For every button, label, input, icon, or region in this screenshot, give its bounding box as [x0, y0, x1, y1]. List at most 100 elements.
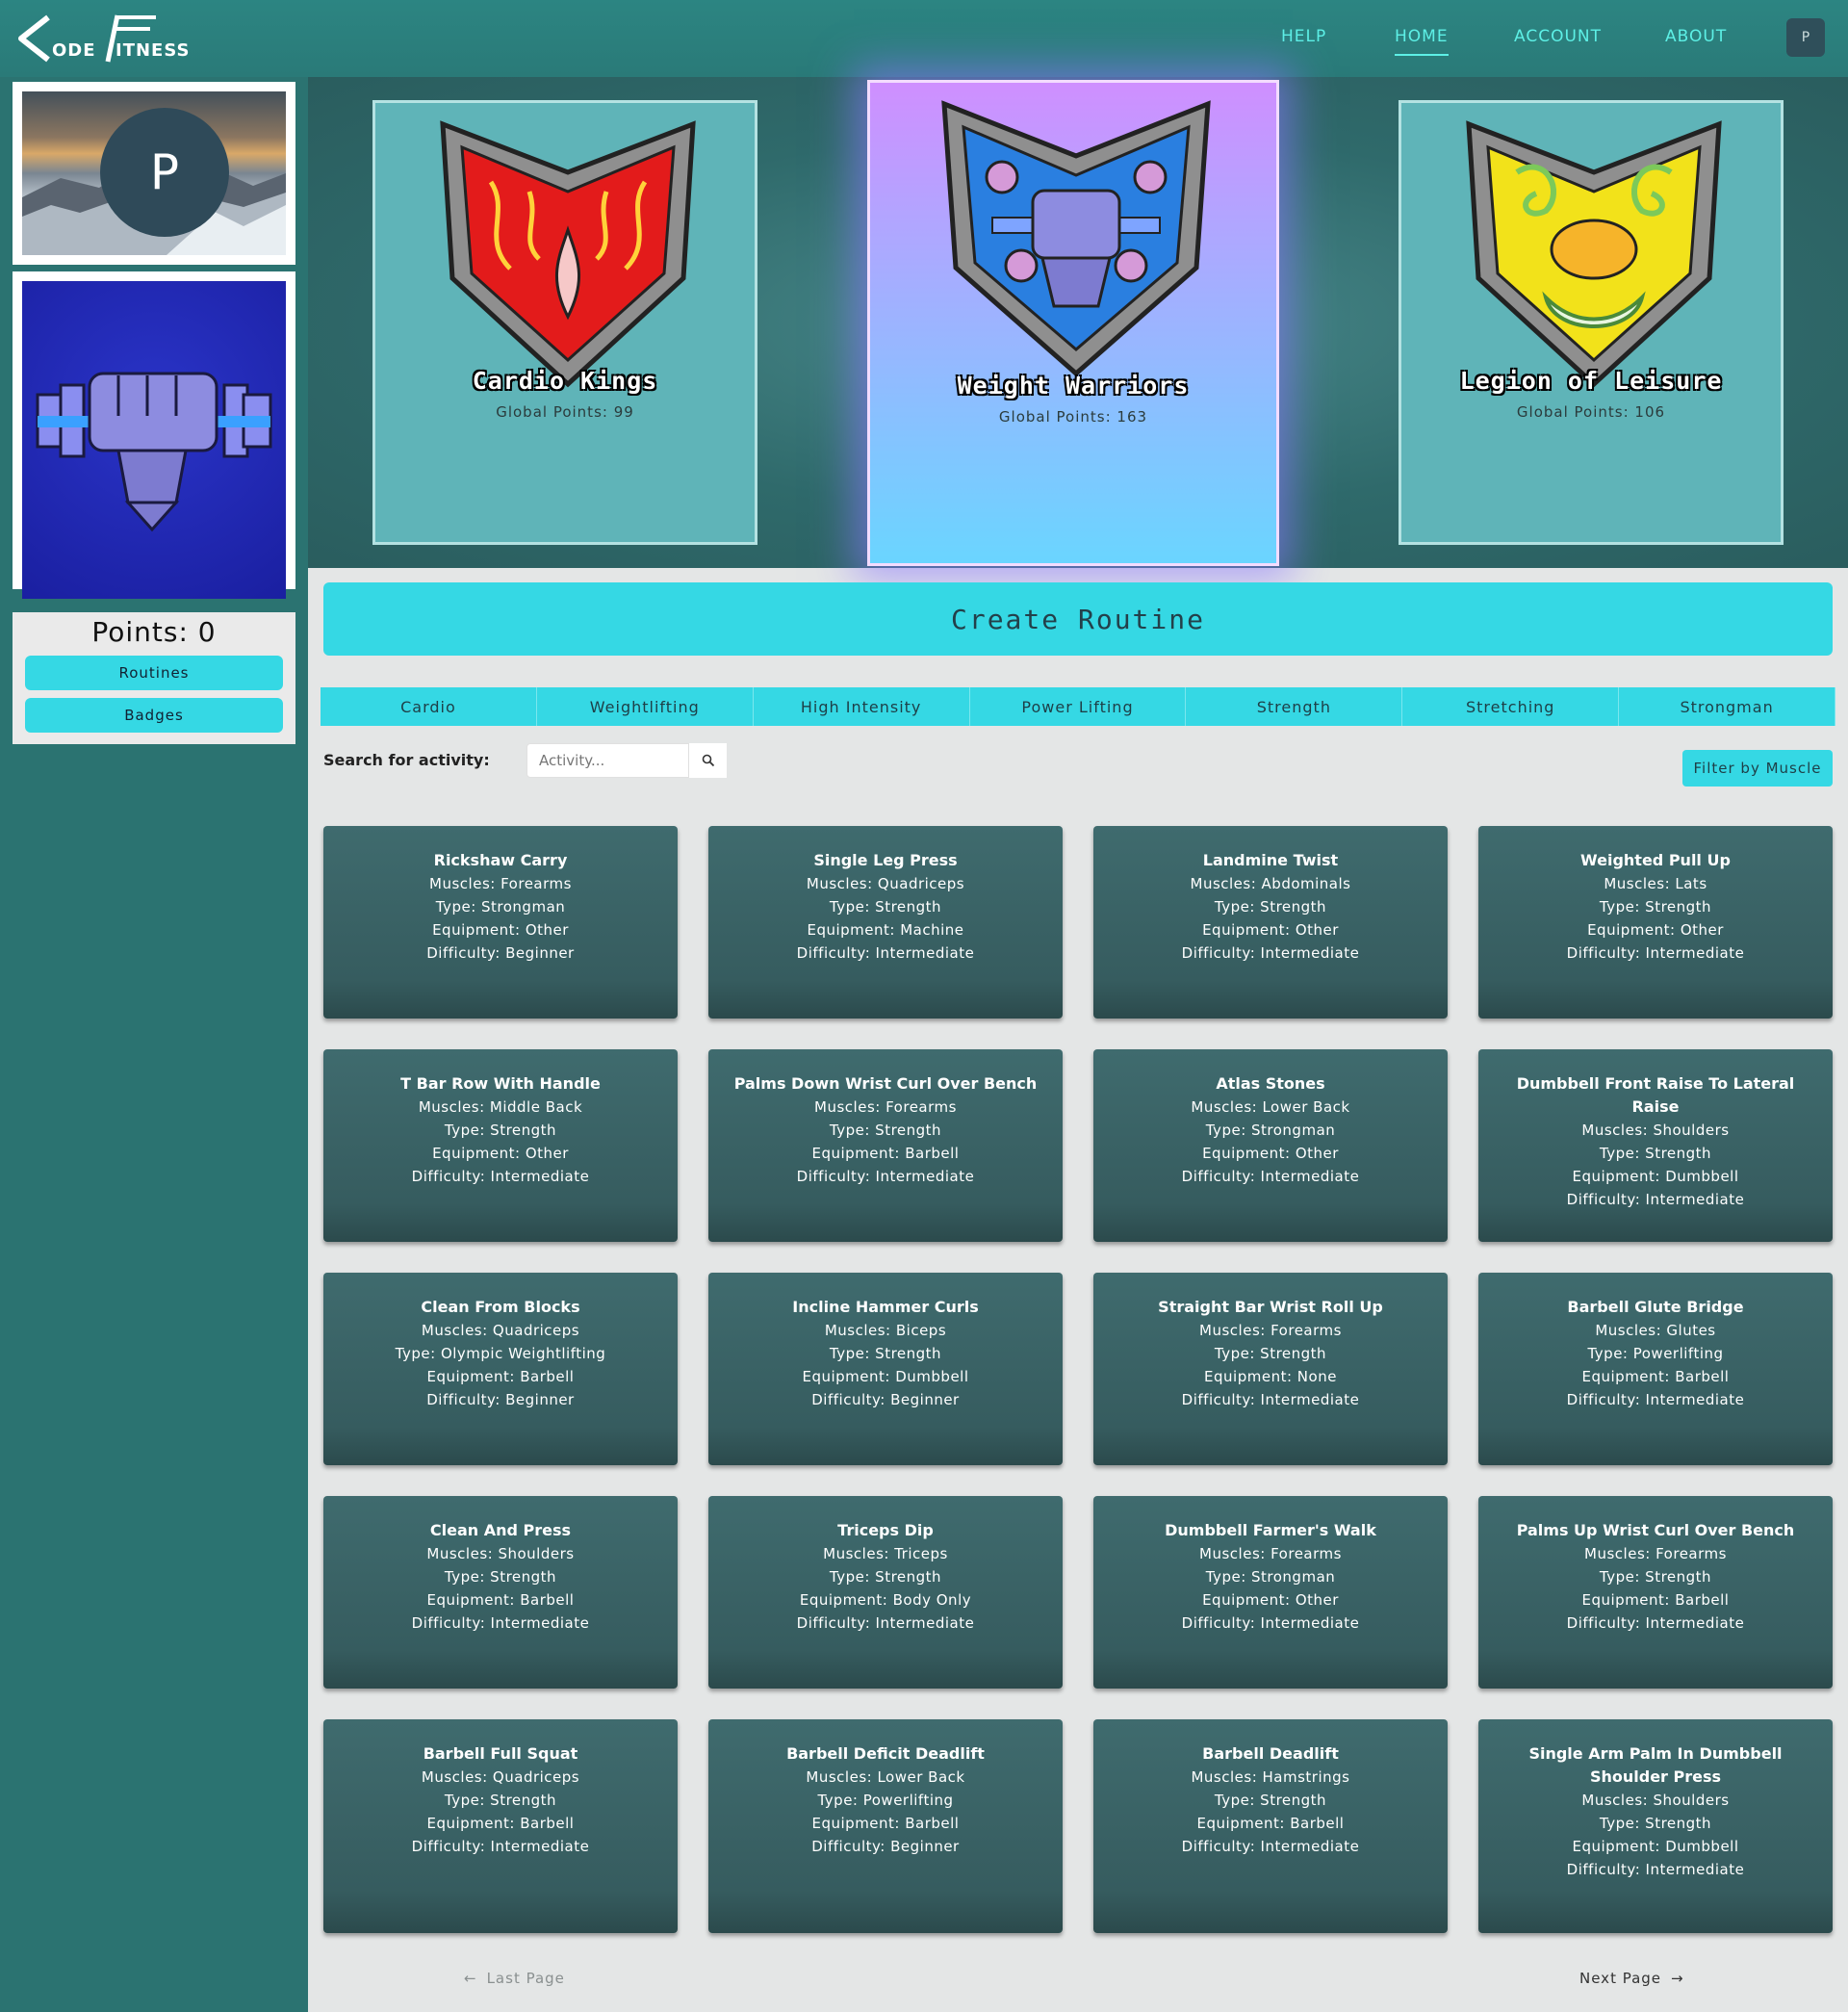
- exercise-muscles: Muscles: Shoulders: [1581, 1792, 1730, 1809]
- points-label: Points: 0: [91, 616, 217, 648]
- team-name: Legion of Leisure: [1459, 367, 1723, 395]
- exercise-type: Type: Strength: [444, 1122, 557, 1139]
- exercise-muscles: Muscles: Forearms: [814, 1098, 957, 1116]
- last-page-button[interactable]: ← Last Page: [464, 1970, 565, 1987]
- exercise-muscles: Muscles: Forearms: [1584, 1545, 1727, 1562]
- search-button[interactable]: [688, 743, 727, 778]
- exercise-card[interactable]: Rickshaw Carry Muscles: Forearms Type: Str…: [323, 826, 678, 1019]
- exercise-card[interactable]: Weighted Pull Up Muscles: Lats Type: Stren…: [1478, 826, 1833, 1019]
- arrow-left-icon: ←: [464, 1970, 477, 1987]
- category-strength[interactable]: Strength: [1186, 687, 1403, 726]
- category-stretching[interactable]: Stretching: [1402, 687, 1620, 726]
- exercise-card[interactable]: Triceps Dip Muscles: Triceps Type: Strengt…: [708, 1496, 1063, 1689]
- nav-account[interactable]: ACCOUNT: [1514, 27, 1602, 46]
- exercise-card[interactable]: Single Arm Palm In Dumbbell Shoulder Pre…: [1478, 1719, 1833, 1933]
- category-high-intensity[interactable]: High Intensity: [753, 687, 970, 726]
- exercise-name: Atlas Stones: [1216, 1074, 1325, 1093]
- exercise-name: T Bar Row With Handle: [400, 1074, 601, 1093]
- exercise-card[interactable]: Dumbbell Front Raise To Lateral Raise Mus…: [1478, 1049, 1833, 1242]
- exercise-difficulty: Difficulty: Intermediate: [796, 1168, 975, 1185]
- next-page-button[interactable]: Next Page →: [1579, 1970, 1684, 1987]
- profile-avatar[interactable]: P: [100, 108, 229, 237]
- nav-home[interactable]: HOME: [1395, 27, 1449, 56]
- exercise-difficulty: Difficulty: Beginner: [811, 1391, 960, 1408]
- exercise-type: Type: Strength: [1599, 1568, 1712, 1586]
- team-points: Global Points: 99: [496, 403, 634, 421]
- exercise-type: Type: Strength: [829, 1345, 942, 1362]
- exercise-difficulty: Difficulty: Intermediate: [1181, 1614, 1360, 1632]
- nav-help[interactable]: HELP: [1281, 27, 1326, 46]
- exercise-name: Single Leg Press: [813, 851, 958, 869]
- exercise-type: Type: Olympic Weightlifting: [395, 1345, 606, 1362]
- exercise-muscles: Muscles: Shoulders: [1581, 1122, 1730, 1139]
- exercise-muscles: Muscles: Quadriceps: [806, 875, 965, 892]
- routines-button[interactable]: Routines: [25, 656, 283, 690]
- exercise-type: Type: Strongman: [435, 898, 566, 916]
- next-page-label: Next Page: [1579, 1970, 1662, 1987]
- exercise-card[interactable]: Dumbbell Farmer's Walk Muscles: Forearms T…: [1093, 1496, 1448, 1689]
- exercise-muscles: Muscles: Shoulders: [426, 1545, 575, 1562]
- exercise-difficulty: Difficulty: Intermediate: [1566, 1191, 1745, 1208]
- exercise-equipment: Equipment: Dumbbell: [802, 1368, 969, 1385]
- search-icon: [702, 754, 714, 767]
- team-card-cardio-kings[interactable]: Cardio Kings Global Points: 99: [372, 100, 757, 545]
- exercise-equipment: Equipment: Body Only: [799, 1591, 972, 1609]
- exercise-type: Type: Strength: [1214, 1345, 1327, 1362]
- exercise-name: Rickshaw Carry: [433, 851, 568, 869]
- exercise-difficulty: Difficulty: Intermediate: [1566, 944, 1745, 962]
- exercise-type: Type: Strongman: [1205, 1122, 1336, 1139]
- filter-by-muscle-button[interactable]: Filter by Muscle: [1682, 750, 1833, 787]
- exercise-type: Type: Strength: [829, 898, 942, 916]
- category-power-lifting[interactable]: Power Lifting: [969, 687, 1187, 726]
- exercise-name: Barbell Glute Bridge: [1567, 1298, 1744, 1316]
- exercise-equipment: Equipment: Other: [1202, 921, 1339, 939]
- exercise-card[interactable]: Palms Down Wrist Curl Over Bench Muscles:…: [708, 1049, 1063, 1242]
- exercise-card[interactable]: Landmine Twist Muscles: Abdominals Type: S…: [1093, 826, 1448, 1019]
- exercise-name: Barbell Deficit Deadlift: [786, 1744, 985, 1763]
- exercise-difficulty: Difficulty: Intermediate: [796, 1614, 975, 1632]
- exercise-card[interactable]: Clean And Press Muscles: Shoulders Type: S…: [323, 1496, 678, 1689]
- profile-card: P: [13, 82, 295, 265]
- exercise-card[interactable]: Barbell Full Squat Muscles: Quadriceps Typ…: [323, 1719, 678, 1933]
- category-cardio[interactable]: Cardio: [321, 687, 537, 726]
- exercise-card[interactable]: Straight Bar Wrist Roll Up Muscles: Forea…: [1093, 1273, 1448, 1465]
- exercise-card[interactable]: Single Leg Press Muscles: Quadriceps Type:…: [708, 826, 1063, 1019]
- exercise-muscles: Muscles: Quadriceps: [421, 1768, 580, 1786]
- category-strongman[interactable]: Strongman: [1619, 687, 1836, 726]
- exercise-name: Barbell Full Squat: [423, 1744, 578, 1763]
- code-fitness-logo[interactable]: ODE ITNESS: [15, 13, 189, 65]
- exercise-difficulty: Difficulty: Intermediate: [796, 944, 975, 962]
- exercise-difficulty: Difficulty: Intermediate: [1566, 1614, 1745, 1632]
- exercise-difficulty: Difficulty: Beginner: [811, 1838, 960, 1855]
- exercise-muscles: Muscles: Glutes: [1595, 1322, 1716, 1339]
- exercise-muscles: Muscles: Forearms: [429, 875, 572, 892]
- team-card-weight-warriors[interactable]: Weight Warriors Global Points: 163: [867, 80, 1279, 566]
- exercise-card[interactable]: Barbell Deficit Deadlift Muscles: Lower B…: [708, 1719, 1063, 1933]
- exercise-equipment: Equipment: Dumbbell: [1572, 1838, 1739, 1855]
- exercise-type: Type: Strength: [1214, 1792, 1327, 1809]
- exercise-card[interactable]: T Bar Row With Handle Muscles: Middle Bac…: [323, 1049, 678, 1242]
- exercise-card[interactable]: Barbell Deadlift Muscles: Hamstrings Type:…: [1093, 1719, 1448, 1933]
- nav-about[interactable]: ABOUT: [1665, 27, 1727, 46]
- exercise-muscles: Muscles: Lower Back: [1191, 1098, 1350, 1116]
- teams-hero: Cardio Kings Global Points: 99 Weight Wa…: [308, 77, 1848, 568]
- exercise-name: Clean From Blocks: [421, 1298, 580, 1316]
- exercise-equipment: Equipment: Other: [1587, 921, 1724, 939]
- team-badge-card: [13, 271, 295, 599]
- exercise-name: Clean And Press: [429, 1521, 572, 1539]
- points-panel: Points: 0 Routines Badges: [13, 612, 295, 744]
- exercise-equipment: Equipment: Machine: [807, 921, 964, 939]
- user-avatar-button[interactable]: P: [1786, 18, 1825, 57]
- exercise-card[interactable]: Palms Up Wrist Curl Over Bench Muscles: F…: [1478, 1496, 1833, 1689]
- exercise-equipment: Equipment: Other: [1202, 1591, 1339, 1609]
- exercise-card[interactable]: Clean From Blocks Muscles: Quadriceps Type…: [323, 1273, 678, 1465]
- category-weightlifting[interactable]: Weightlifting: [536, 687, 754, 726]
- team-card-legion-of-leisure[interactable]: Legion of Leisure Global Points: 106: [1399, 100, 1784, 545]
- exercise-difficulty: Difficulty: Intermediate: [1566, 1391, 1745, 1408]
- create-routine-button[interactable]: Create Routine: [323, 582, 1833, 656]
- exercise-card[interactable]: Barbell Glute Bridge Muscles: Glutes Type:…: [1478, 1273, 1833, 1465]
- badges-button[interactable]: Badges: [25, 698, 283, 733]
- exercise-card[interactable]: Incline Hammer Curls Muscles: Biceps Type:…: [708, 1273, 1063, 1465]
- exercise-card[interactable]: Atlas Stones Muscles: Lower Back Type: Str…: [1093, 1049, 1448, 1242]
- exercise-equipment: Equipment: Other: [432, 1145, 569, 1162]
